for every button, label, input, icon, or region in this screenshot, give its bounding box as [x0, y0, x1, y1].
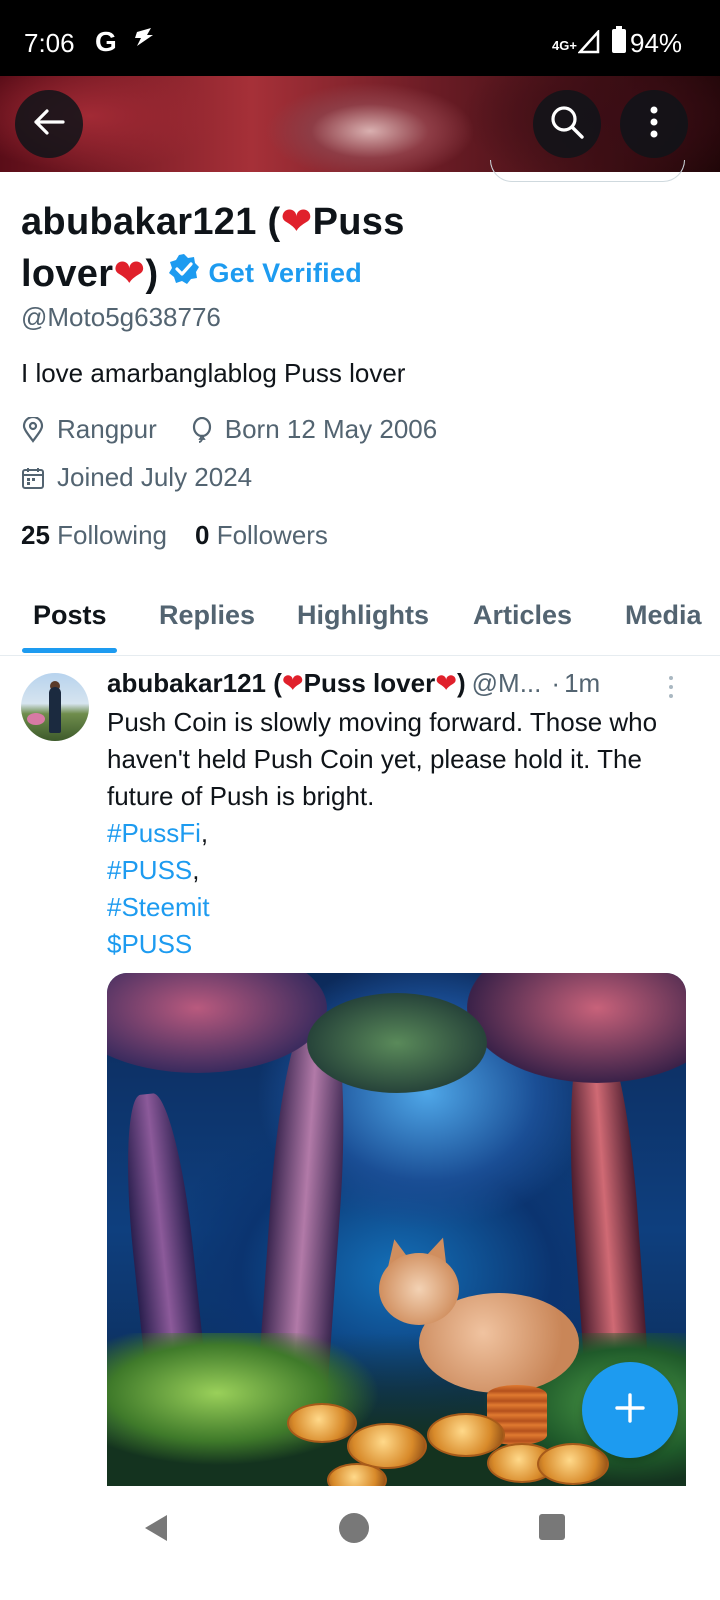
profile-tabs: Posts Replies Highlights Articles Media — [0, 584, 720, 656]
profile-banner[interactable] — [0, 76, 720, 172]
more-vertical-icon — [650, 106, 658, 143]
author-name-text: Puss lover — [303, 668, 436, 698]
author-name-text: ) — [456, 668, 466, 698]
nav-home-icon[interactable] — [339, 1513, 369, 1543]
post-body[interactable]: Push Coin is slowly moving forward. Thos… — [107, 704, 697, 963]
follow-stats: 25 Following 0 Followers — [21, 520, 328, 551]
followers-label: Followers — [216, 520, 328, 550]
tab-replies[interactable]: Replies — [159, 600, 255, 631]
post-timestamp[interactable]: 1m — [564, 668, 600, 699]
post-author-handle[interactable]: @M... — [472, 668, 542, 699]
search-icon — [549, 104, 585, 145]
verified-badge-icon[interactable] — [168, 247, 200, 299]
tab-articles[interactable]: Articles — [473, 600, 572, 631]
author-name-text: abubakar121 ( — [107, 668, 282, 698]
following-count: 25 — [21, 520, 50, 550]
name-text: Puss — [312, 201, 405, 243]
system-nav-bar — [0, 1486, 720, 1600]
location-pin-icon — [21, 416, 45, 443]
network-type: 4G+ — [552, 38, 577, 53]
status-time: 7:06 — [24, 28, 75, 58]
profile-meta-row: Rangpur Born 12 May 2006 — [21, 414, 437, 445]
name-text: lover — [21, 253, 114, 295]
search-button[interactable] — [533, 90, 601, 158]
tab-media[interactable]: Media — [625, 600, 702, 631]
heart-emoji: ❤ — [281, 668, 304, 698]
app-notification-icon — [133, 26, 155, 55]
nav-back-icon[interactable] — [143, 1513, 169, 1548]
profile-display-name: abubakar121 (❤Puss lover❤) Get Verified — [21, 196, 701, 302]
heart-emoji: ❤ — [435, 668, 457, 698]
nav-recents-icon[interactable] — [539, 1514, 565, 1540]
plus-icon — [613, 1391, 647, 1430]
profile-joined: Joined July 2024 — [57, 462, 253, 492]
google-icon: G — [95, 26, 117, 57]
following-link[interactable]: 25 Following — [21, 520, 167, 550]
name-text: ) — [145, 253, 159, 295]
name-text: abubakar121 ( — [21, 201, 281, 243]
post-author-avatar[interactable] — [21, 673, 89, 741]
post-author-name[interactable]: abubakar121 (❤Puss lover❤) — [107, 668, 466, 699]
cat-illustration — [379, 1233, 579, 1393]
back-button[interactable] — [15, 90, 83, 158]
followers-count: 0 — [194, 520, 210, 550]
compose-post-button[interactable] — [582, 1362, 678, 1458]
get-verified-link[interactable]: Get Verified — [208, 258, 362, 288]
tab-posts[interactable]: Posts — [33, 600, 107, 631]
tab-highlights[interactable]: Highlights — [297, 600, 429, 631]
post-text: Push Coin is slowly moving forward. Thos… — [107, 707, 658, 811]
followers-link[interactable]: 0 Followers — [195, 520, 328, 550]
battery-icon — [612, 26, 626, 53]
hashtag-pussfi[interactable]: #PussFi — [107, 818, 201, 848]
profile-birthday: Born 12 May 2006 — [224, 414, 438, 444]
profile-joined-row: Joined July 2024 — [21, 462, 252, 493]
balloon-icon — [191, 416, 213, 443]
battery-percent: 94% — [630, 28, 683, 58]
calendar-icon — [21, 466, 45, 490]
heart-emoji: ❤ — [113, 253, 146, 295]
heart-emoji: ❤ — [280, 201, 313, 243]
post-header: abubakar121 (❤Puss lover❤) @M... · 1m — [107, 668, 687, 699]
profile-handle: @Moto5g638776 — [21, 302, 221, 332]
hashtag-steemit[interactable]: #Steemit — [107, 892, 210, 922]
following-label: Following — [57, 520, 167, 550]
edit-profile-button[interactable] — [490, 160, 685, 182]
profile-bio: I love amarbanglablog Puss lover — [21, 358, 406, 388]
post-more-icon[interactable] — [664, 676, 678, 700]
active-tab-indicator — [22, 648, 117, 653]
post-separator: · — [551, 668, 561, 698]
arrow-left-icon — [33, 108, 65, 141]
more-options-button[interactable] — [620, 90, 688, 158]
cashtag-puss[interactable]: $PUSS — [107, 929, 192, 959]
status-bar: 7:06 G 4G+ 94% — [0, 0, 720, 76]
profile-location: Rangpur — [57, 414, 157, 444]
hashtag-puss[interactable]: #PUSS — [107, 855, 192, 885]
signal-icon — [577, 28, 600, 59]
comma: , — [192, 855, 200, 885]
comma: , — [200, 818, 209, 848]
